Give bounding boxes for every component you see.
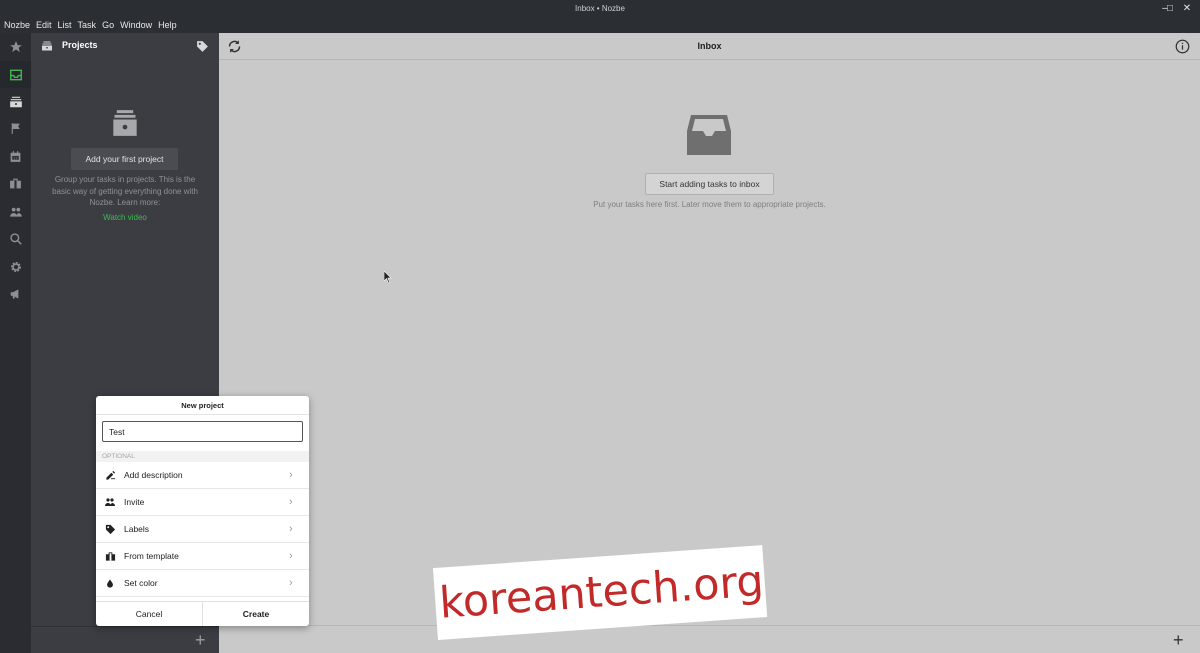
flag-icon bbox=[11, 123, 20, 134]
sidebar-rail: 17 bbox=[0, 33, 31, 653]
invite-icon bbox=[105, 498, 115, 506]
menu-help[interactable]: Help bbox=[158, 17, 177, 33]
menu-window[interactable]: Window bbox=[120, 17, 152, 33]
projects-title: Projects bbox=[62, 40, 98, 50]
sidebar-item-news[interactable] bbox=[0, 280, 31, 307]
sidebar-item-settings[interactable] bbox=[0, 253, 31, 280]
sidebar-item-search[interactable] bbox=[0, 225, 31, 252]
team-icon bbox=[9, 207, 22, 217]
add-description-option[interactable]: Add description › bbox=[96, 462, 309, 489]
maximize-icon[interactable]: □ bbox=[1161, 0, 1179, 17]
chevron-right-icon: › bbox=[289, 550, 293, 562]
labels-option[interactable]: Labels › bbox=[96, 516, 309, 543]
briefcase-icon bbox=[10, 178, 21, 189]
menu-edit[interactable]: Edit bbox=[36, 17, 52, 33]
menu-task[interactable]: Task bbox=[78, 17, 97, 33]
projects-icon bbox=[9, 96, 22, 107]
projects-icon bbox=[42, 41, 52, 51]
star-icon bbox=[9, 40, 22, 52]
sidebar-item-inbox[interactable] bbox=[0, 61, 31, 88]
sidebar-item-priority-flag[interactable] bbox=[0, 115, 31, 142]
menubar: Nozbe Edit List Task Go Window Help bbox=[0, 17, 1200, 33]
window-title: Inbox • Nozbe bbox=[575, 4, 625, 13]
from-template-option[interactable]: From template › bbox=[96, 543, 309, 570]
chevron-right-icon: › bbox=[289, 523, 293, 535]
add-description-label: Add description bbox=[124, 470, 183, 480]
inbox-icon bbox=[9, 69, 22, 80]
sidebar-item-priority[interactable] bbox=[0, 33, 31, 60]
create-button[interactable]: Create bbox=[202, 602, 309, 626]
add-project-plus-icon[interactable]: + bbox=[195, 631, 206, 649]
chevron-right-icon: › bbox=[289, 469, 293, 481]
labels-label: Labels bbox=[124, 524, 150, 534]
dialog-title: New project bbox=[96, 396, 309, 415]
menu-go[interactable]: Go bbox=[102, 17, 114, 33]
pencil-icon bbox=[105, 470, 115, 480]
optional-section-label: OPTIONAL bbox=[96, 451, 309, 462]
settings-icon bbox=[10, 261, 21, 272]
color-drop-icon bbox=[107, 578, 113, 588]
sidebar-item-calendar[interactable]: 17 bbox=[0, 143, 31, 170]
search-icon bbox=[9, 232, 22, 245]
main-footer: + bbox=[219, 625, 1200, 653]
dialog-actions: Cancel Create bbox=[96, 601, 309, 626]
megaphone-icon bbox=[10, 288, 18, 299]
from-template-label: From template bbox=[124, 551, 179, 561]
sidebar-item-templates[interactable] bbox=[0, 170, 31, 197]
tag-icon[interactable] bbox=[196, 40, 209, 53]
watch-video-link[interactable]: Watch video bbox=[31, 213, 219, 222]
inbox-empty-icon bbox=[687, 115, 731, 155]
sidebar-item-team[interactable] bbox=[0, 198, 31, 225]
project-name-input[interactable] bbox=[102, 421, 303, 442]
invite-label: Invite bbox=[124, 497, 145, 507]
projects-empty-icon bbox=[113, 110, 137, 136]
page-title: Inbox bbox=[697, 41, 722, 51]
projects-footer: + bbox=[31, 626, 219, 653]
cancel-button[interactable]: Cancel bbox=[96, 602, 202, 626]
mouse-cursor-icon bbox=[384, 271, 392, 283]
add-task-plus-icon[interactable]: + bbox=[1173, 631, 1184, 649]
close-icon[interactable]: ✕ bbox=[1178, 0, 1196, 17]
menu-nozbe[interactable]: Nozbe bbox=[4, 17, 30, 33]
start-adding-tasks-button[interactable]: Start adding tasks to inbox bbox=[645, 173, 774, 195]
calendar-icon: 17 bbox=[10, 151, 21, 162]
svg-text:17: 17 bbox=[13, 156, 17, 160]
window-titlebar: Inbox • Nozbe bbox=[0, 0, 1200, 17]
invite-option[interactable]: Invite › bbox=[96, 489, 309, 516]
new-project-dialog: New project OPTIONAL Add description › I… bbox=[96, 396, 309, 626]
set-color-option[interactable]: Set color › bbox=[96, 570, 309, 597]
tag-icon bbox=[105, 524, 115, 534]
projects-header: Projects bbox=[31, 33, 219, 59]
chevron-right-icon: › bbox=[289, 577, 293, 589]
projects-description: Group your tasks in projects. This is th… bbox=[52, 175, 198, 207]
add-first-project-button[interactable]: Add your first project bbox=[71, 148, 178, 170]
template-icon bbox=[105, 551, 115, 561]
main-header: Inbox bbox=[219, 33, 1200, 60]
menu-list[interactable]: List bbox=[58, 17, 72, 33]
set-color-label: Set color bbox=[124, 578, 158, 588]
sidebar-item-projects[interactable] bbox=[0, 88, 31, 115]
info-icon[interactable] bbox=[1175, 39, 1190, 54]
inbox-description: Put your tasks here first. Later move th… bbox=[593, 200, 826, 209]
chevron-right-icon: › bbox=[289, 496, 293, 508]
